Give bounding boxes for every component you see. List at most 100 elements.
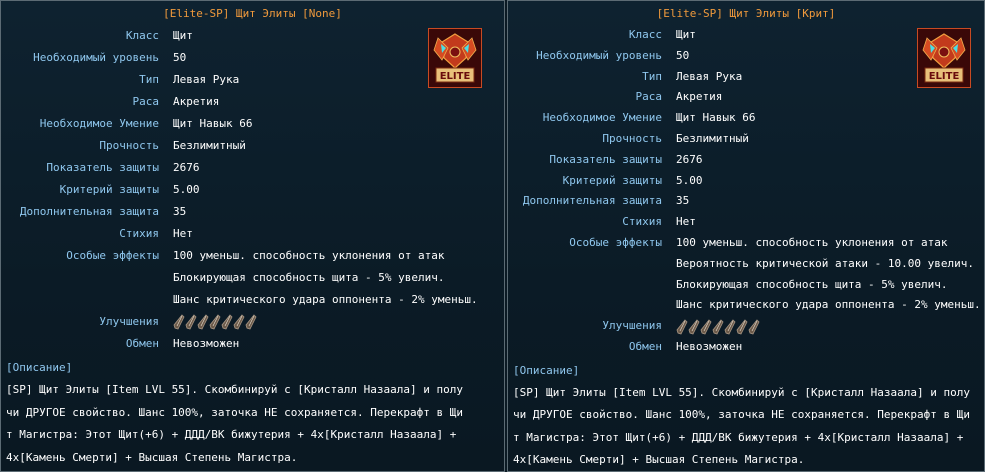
stat-value: 50	[173, 51, 187, 64]
stat-row: Тип Левая Рука	[508, 67, 984, 88]
description-header: [Описание]	[6, 361, 73, 374]
stat-row: Показатель защиты 2676	[508, 150, 984, 171]
stat-value: 35	[676, 194, 690, 208]
stat-row: Тип Левая Рука	[1, 69, 504, 91]
description-line: 4x[Камень Смерти] + Высшая Степень Магис…	[6, 450, 298, 464]
stat-value: Безлимитный	[173, 139, 246, 152]
stat-label: Раса	[132, 95, 160, 108]
stat-label: Класс	[628, 28, 662, 41]
stats-list: Класс Щит Необходимый уровень 50 Тип Левая Ру…	[1, 25, 504, 355]
stat-label: Дополнительная защита	[19, 205, 159, 218]
stat-value: Нет	[676, 215, 696, 229]
description-line: чи ДРУГОЕ свойство. Шанс 100%, заточка Н…	[6, 405, 463, 419]
empty-upgrade-slot-icon	[700, 319, 712, 335]
stat-row: Стихия Нет	[508, 212, 984, 233]
stats-list: Класс Щит Необходимый уровень 50 Тип Левая Ру…	[508, 25, 984, 358]
stat-row: Раса Акретия	[1, 91, 504, 113]
trade-label: Обмен	[628, 339, 662, 353]
description-text: [SP] Щит Элиты [Item LVL 55]. Скомбиниру…	[1, 379, 504, 469]
special-effects-row: Особые эффекты 100 уменьш. способность ук…	[508, 233, 984, 316]
description-line: чи ДРУГОЕ свойство. Шанс 100%, заточка Н…	[513, 408, 970, 422]
stat-label: Критерий защиты	[562, 173, 662, 187]
stat-label: Необходимый уровень	[33, 51, 159, 64]
stat-value: Щит Навык 66	[676, 111, 756, 125]
stat-value: 35	[173, 205, 187, 218]
item-title: [Elite-SP] Щит Элиты [None]	[163, 7, 342, 20]
stat-value: Акретия	[173, 95, 220, 108]
stat-row: Необходимый уровень 50	[508, 46, 984, 67]
trade-row: Обмен Невозможен	[1, 333, 504, 355]
stat-label: Тип	[139, 73, 159, 86]
empty-upgrade-slot-icon	[209, 314, 221, 330]
empty-upgrade-slot-icon	[676, 319, 688, 335]
stat-label: Прочность	[99, 139, 159, 152]
special-effects-row: Особые эффекты 100 уменьш. способность ук…	[1, 245, 504, 311]
special-effect: Блокирующая способность щита - 5% увелич…	[676, 277, 948, 291]
empty-upgrade-slot-icon	[688, 319, 700, 335]
stat-label: Необходимый уровень	[536, 48, 662, 62]
stat-row: Класс Щит	[508, 25, 984, 46]
description-line: т Магистра: Этот Щит(+6) + ДДД/ВК бижуте…	[513, 430, 964, 444]
stat-value: 2676	[676, 152, 703, 166]
description-line: т Магистра: Этот Щит(+6) + ДДД/ВК бижуте…	[6, 428, 457, 441]
upgrades-row: Улучшения	[1, 311, 504, 333]
stat-label: Класс	[125, 29, 159, 42]
special-effect: 100 уменьш. способность уклонения от ата…	[173, 249, 445, 262]
special-effects-label: Особые эффекты	[569, 235, 662, 249]
empty-upgrade-slot-icon	[712, 319, 724, 335]
stat-value: 5.00	[173, 183, 200, 196]
upgrades-label: Улучшения	[602, 318, 662, 332]
stat-value: Щит	[676, 28, 696, 41]
stat-row: Показатель защиты 2676	[1, 157, 504, 179]
special-effects-list: 100 уменьш. способность уклонения от ата…	[676, 233, 981, 316]
stat-label: Прочность	[602, 131, 662, 145]
stat-label: Показатель защиты	[549, 152, 662, 166]
stat-label: Раса	[635, 90, 663, 104]
stat-value: Щит	[173, 29, 193, 42]
stat-label: Необходимое Умение	[39, 117, 159, 130]
special-effect: 100 уменьш. способность уклонения от ата…	[676, 235, 948, 249]
empty-upgrade-slot-icon	[748, 319, 760, 335]
stat-label: Дополнительная защита	[522, 194, 662, 208]
empty-upgrade-slot-icon	[185, 314, 197, 330]
trade-value: Невозможен	[173, 337, 240, 350]
special-effect: Вероятность критической атаки - 10.00 ув…	[676, 256, 975, 270]
description-text: [SP] Щит Элиты [Item LVL 55]. Скомбиниру…	[508, 382, 984, 471]
stat-row: Раса Акретия	[508, 87, 984, 108]
empty-upgrade-slot-icon	[173, 314, 185, 330]
description-line: [SP] Щит Элиты [Item LVL 55]. Скомбиниру…	[513, 385, 970, 399]
special-effect: Блокирующая способность щита - 5% увелич…	[173, 271, 445, 284]
empty-upgrade-slot-icon	[245, 314, 257, 330]
description-header: [Описание]	[513, 363, 580, 377]
item-tooltip-crit: [Elite-SP] Щит Элиты [Крит] ELITE Класс Щит…	[507, 0, 985, 472]
stat-value: Акретия	[676, 90, 723, 104]
stat-value: Безлимитный	[676, 131, 749, 145]
description-line: [SP] Щит Элиты [Item LVL 55]. Скомбиниру…	[6, 383, 463, 396]
trade-row: Обмен Невозможен	[508, 337, 984, 358]
stat-row: Критерий защиты 5.00	[1, 179, 504, 201]
special-effects-label: Особые эффекты	[66, 249, 159, 262]
stat-value: 5.00	[676, 173, 703, 187]
upgrades-label: Улучшения	[99, 315, 159, 328]
empty-upgrade-slot-icon	[221, 314, 233, 330]
stat-label: Показатель защиты	[46, 161, 159, 174]
stat-value: 2676	[173, 161, 200, 174]
stat-row: Стихия Нет	[1, 223, 504, 245]
stat-row: Критерий защиты 5.00	[508, 171, 984, 192]
empty-upgrade-slot-icon	[197, 314, 209, 330]
empty-upgrade-slot-icon	[736, 319, 748, 335]
stat-row: Прочность Безлимитный	[1, 135, 504, 157]
upgrade-slots	[173, 311, 257, 330]
item-title: [Elite-SP] Щит Элиты [Крит]	[656, 7, 836, 20]
description-line: 4x[Камень Смерти] + Высшая Степень Магис…	[513, 453, 805, 467]
stat-row: Класс Щит	[1, 25, 504, 47]
tooltip-comparison: [Elite-SP] Щит Элиты [None] ELITE Класс Щит…	[0, 0, 985, 472]
special-effect: Шанс критического удара оппонента - 2% у…	[676, 298, 981, 312]
stat-row: Дополнительная защита 35	[508, 191, 984, 212]
stat-row: Необходимое Умение Щит Навык 66	[508, 108, 984, 129]
stat-value: Щит Навык 66	[173, 117, 253, 130]
stat-label: Необходимое Умение	[542, 111, 662, 125]
stat-value: 50	[676, 48, 690, 62]
trade-label: Обмен	[125, 337, 159, 350]
stat-label: Тип	[642, 69, 662, 83]
